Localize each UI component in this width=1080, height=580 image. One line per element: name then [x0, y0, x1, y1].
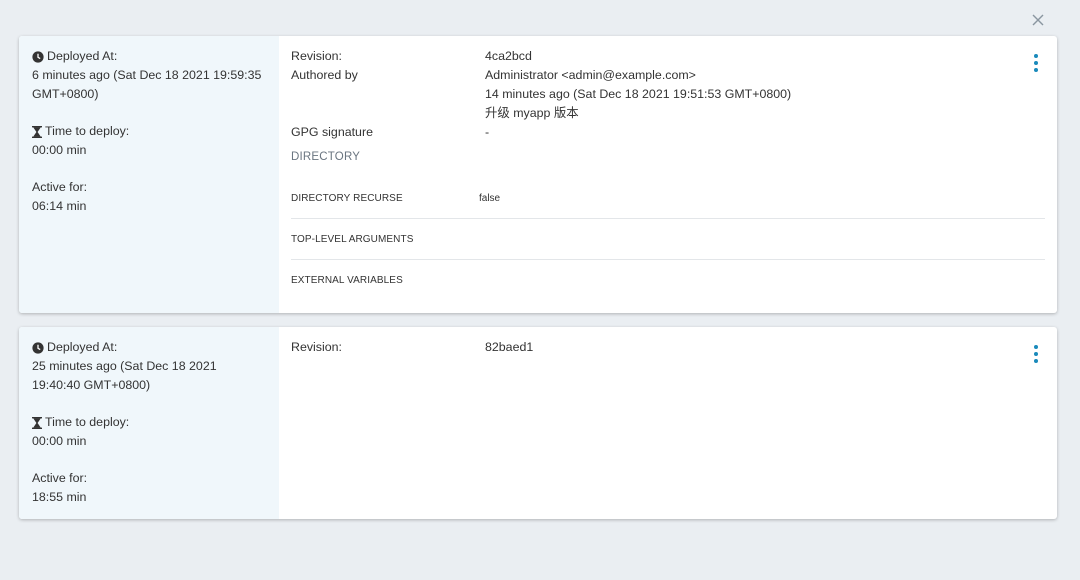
param-row: EXTERNAL VARIABLES	[291, 260, 1045, 300]
deployed-at-label: Deployed At:	[47, 49, 118, 63]
clock-icon	[32, 341, 44, 354]
close-button[interactable]	[1026, 8, 1050, 32]
active-for-block: Active for: 06:14 min	[32, 178, 279, 216]
revision-details: Revision: 82baed1	[279, 327, 1057, 519]
authored-time: 14 minutes ago (Sat Dec 18 2021 19:51:53…	[485, 87, 792, 101]
time-to-deploy-block: Time to deploy: 00:00 min	[32, 413, 279, 451]
revision-details: Revision: 4ca2bcd Authored by Administra…	[279, 36, 1057, 313]
clock-icon	[32, 50, 44, 63]
active-for-label: Active for:	[32, 180, 88, 194]
kebab-menu-icon	[1034, 54, 1038, 58]
directory-params: DIRECTORY RECURSE false TOP-LEVEL ARGUME…	[291, 178, 1045, 300]
active-for-value: 06:14 min	[32, 199, 87, 213]
authored-by-row: Authored by Administrator <admin@example…	[291, 66, 1057, 123]
more-actions-button[interactable]	[1031, 345, 1041, 363]
time-to-deploy-value: 00:00 min	[32, 434, 87, 448]
gpg-signature-value: -	[485, 125, 490, 139]
revision-value: 4ca2bcd	[485, 49, 532, 63]
time-to-deploy-label: Time to deploy:	[45, 415, 130, 429]
kebab-menu-icon	[1034, 345, 1038, 349]
deployment-card: Deployed At: 25 minutes ago (Sat Dec 18 …	[19, 327, 1057, 519]
revision-label: Revision:	[291, 340, 342, 354]
deployment-info-panel: Deployed At: 25 minutes ago (Sat Dec 18 …	[19, 327, 279, 519]
param-key: TOP-LEVEL ARGUMENTS	[291, 233, 414, 245]
authored-by-label: Authored by	[291, 68, 358, 82]
param-key: DIRECTORY RECURSE	[291, 192, 403, 204]
time-to-deploy-label: Time to deploy:	[45, 124, 130, 138]
hourglass-icon	[32, 416, 42, 429]
hourglass-icon	[32, 125, 42, 138]
revision-row: Revision: 4ca2bcd	[291, 47, 1057, 66]
time-to-deploy-block: Time to deploy: 00:00 min	[32, 122, 279, 160]
param-value: false	[479, 192, 501, 204]
deployed-at-block: Deployed At: 6 minutes ago (Sat Dec 18 2…	[32, 47, 279, 104]
revision-value: 82baed1	[485, 340, 534, 354]
active-for-value: 18:55 min	[32, 490, 87, 504]
revision-row: Revision: 82baed1	[291, 338, 1057, 357]
commit-message: 升级 myapp 版本	[485, 106, 579, 120]
active-for-label: Active for:	[32, 471, 88, 485]
author: Administrator <admin@example.com>	[485, 68, 696, 82]
gpg-signature-label: GPG signature	[291, 125, 373, 139]
close-icon	[1032, 14, 1044, 26]
param-row: TOP-LEVEL ARGUMENTS	[291, 219, 1045, 260]
time-to-deploy-value: 00:00 min	[32, 143, 87, 157]
deployed-at-value: 25 minutes ago (Sat Dec 18 2021 19:40:40…	[32, 359, 217, 392]
deployment-info-panel: Deployed At: 6 minutes ago (Sat Dec 18 2…	[19, 36, 279, 313]
more-actions-button[interactable]	[1031, 54, 1041, 72]
deployment-card: Deployed At: 6 minutes ago (Sat Dec 18 2…	[19, 36, 1057, 313]
active-for-block: Active for: 18:55 min	[32, 469, 279, 507]
param-row: DIRECTORY RECURSE false	[291, 178, 1045, 219]
gpg-signature-row: GPG signature -	[291, 123, 1057, 142]
param-key: EXTERNAL VARIABLES	[291, 274, 403, 286]
deployed-at-block: Deployed At: 25 minutes ago (Sat Dec 18 …	[32, 338, 279, 395]
revision-label: Revision:	[291, 49, 342, 63]
deployed-at-label: Deployed At:	[47, 340, 118, 354]
deployed-at-value: 6 minutes ago (Sat Dec 18 2021 19:59:35 …	[32, 68, 262, 101]
directory-section-title: DIRECTORY	[291, 151, 361, 163]
